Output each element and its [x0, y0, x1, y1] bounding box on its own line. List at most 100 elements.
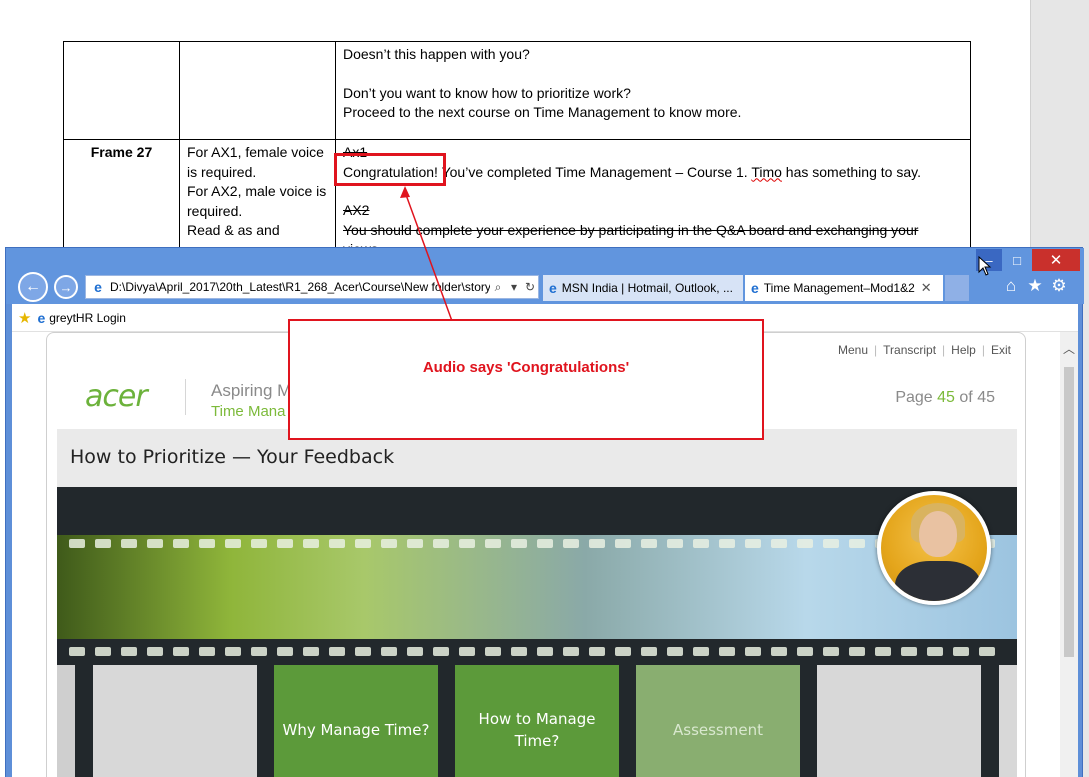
new-tab-button[interactable] — [945, 275, 969, 301]
film-perforation — [69, 539, 85, 548]
chevron-up-icon[interactable]: ︿ — [1063, 340, 1075, 357]
forward-button[interactable]: → — [54, 275, 78, 299]
film-perforation — [329, 539, 345, 548]
ax2-label: AX2 — [343, 202, 370, 218]
favorites-star-icon[interactable]: ★ — [1025, 276, 1045, 296]
slide-title: How to Prioritize — Your Feedback — [70, 446, 395, 468]
ie-page-icon: e — [751, 280, 759, 296]
film-perforation — [797, 647, 813, 656]
tab-time-management[interactable]: e Time Management–Mod1&2 ✕ — [745, 275, 943, 301]
film-perforation — [459, 539, 475, 548]
table-row: Frame 27 For AX1, female voice is requir… — [63, 139, 971, 264]
film-perforation — [303, 539, 319, 548]
film-perforation — [901, 647, 917, 656]
tab-msn[interactable]: e MSN India | Hotmail, Outlook, ... — [543, 275, 743, 301]
film-perforation — [719, 539, 735, 548]
help-link[interactable]: Help — [951, 343, 976, 357]
film-perforation — [381, 647, 397, 656]
film-perforation — [511, 647, 527, 656]
transcript-link[interactable]: Transcript — [883, 343, 936, 357]
search-icon[interactable]: ⌕ — [490, 280, 506, 295]
film-perforation — [667, 539, 683, 548]
film-perforation — [589, 539, 605, 548]
film-perforation — [641, 539, 657, 548]
film-perforation — [563, 647, 579, 656]
menu-tile-how-to-manage-time[interactable]: How to Manage Time? — [455, 665, 619, 777]
scroll-thumb[interactable] — [1064, 367, 1074, 657]
callout-text: Audio says 'Congratulations' — [422, 359, 630, 376]
film-perforation — [433, 539, 449, 548]
back-button[interactable]: ← — [18, 272, 48, 302]
doc-line: Doesn’t this happen with you? — [343, 46, 530, 62]
close-button[interactable]: ✕ — [1032, 249, 1080, 271]
voice-instructions: For AX1, female voice is required. For A… — [179, 139, 336, 264]
chevron-down-icon[interactable]: ▾ — [506, 280, 522, 294]
close-tab-icon[interactable]: ✕ — [921, 280, 932, 296]
refresh-icon[interactable]: ↻ — [522, 280, 538, 294]
film-perforation — [303, 647, 319, 656]
film-perforation — [199, 539, 215, 548]
film-perforation — [797, 539, 813, 548]
film-perforation — [277, 539, 293, 548]
address-url[interactable]: D:\Divya\April_2017\20th_Latest\R1_268_A… — [110, 280, 490, 294]
arrow-left-icon: ← — [25, 278, 41, 295]
film-perforation — [745, 539, 761, 548]
film-perforation — [173, 647, 189, 656]
film-perforation — [277, 647, 293, 656]
menu-tile[interactable] — [817, 665, 981, 777]
slide-body: Why Manage Time? How to Manage Time? Ass… — [57, 487, 1017, 777]
doc-line: Don’t you want to know how to prioritize… — [343, 84, 631, 101]
film-perforation — [771, 539, 787, 548]
film-perforation — [927, 647, 943, 656]
annotation-callout: Audio says 'Congratulations' — [288, 319, 764, 440]
film-perforation — [719, 647, 735, 656]
film-perforations — [57, 539, 1017, 549]
film-perforation — [615, 647, 631, 656]
film-perforation — [225, 539, 241, 548]
maximize-button[interactable]: □ — [1004, 249, 1030, 271]
film-perforation — [147, 539, 163, 548]
film-perforation — [329, 647, 345, 656]
film-perforation — [979, 647, 995, 656]
favorite-link[interactable]: greytHR Login — [49, 311, 126, 325]
home-icon[interactable]: ⌂ — [1001, 276, 1021, 296]
film-perforation — [511, 539, 527, 548]
film-perforation — [693, 647, 709, 656]
page-scrollbar[interactable]: ︿ — [1060, 332, 1078, 777]
arrow-right-icon: → — [59, 279, 73, 295]
menu-tile-why-manage-time[interactable]: Why Manage Time? — [274, 665, 438, 777]
film-perforation — [485, 539, 501, 548]
ie-page-icon: e — [94, 279, 102, 295]
ie-page-icon: e — [37, 309, 46, 326]
menu-tile[interactable] — [93, 665, 257, 777]
film-perforation — [667, 647, 683, 656]
page-indicator: Page 45 of 45 — [895, 389, 995, 406]
course-title: Aspiring M — [211, 381, 292, 400]
film-perforation — [589, 647, 605, 656]
doc-line: Proceed to the next course on Time Manag… — [343, 104, 742, 120]
menu-tile-assessment[interactable]: Assessment — [636, 665, 800, 777]
browser-titlebar: – □ ✕ ← → e D:\Divya\April_2017\20th_Lat… — [6, 248, 1084, 304]
table-row: Doesn’t this happen with you? Don’t you … — [63, 41, 971, 140]
gear-icon[interactable]: ⚙ — [1049, 276, 1069, 296]
film-perforation — [823, 539, 839, 548]
film-perforation — [95, 647, 111, 656]
film-perforation — [355, 539, 371, 548]
film-perforation — [251, 539, 267, 548]
menu-link[interactable]: Menu — [838, 343, 868, 357]
menu-tile-partial — [999, 665, 1017, 777]
film-perforation — [225, 647, 241, 656]
film-perforation — [771, 647, 787, 656]
film-perforation — [173, 539, 189, 548]
address-bar[interactable]: e D:\Divya\April_2017\20th_Latest\R1_268… — [85, 275, 539, 299]
film-perforation — [459, 647, 475, 656]
film-perforation — [251, 647, 267, 656]
film-perforation — [147, 647, 163, 656]
script-table: Doesn’t this happen with you? Don’t you … — [63, 41, 971, 264]
film-perforation — [875, 647, 891, 656]
film-perforation — [615, 539, 631, 548]
add-favorite-star-icon[interactable]: ★ — [18, 309, 31, 327]
film-perforation — [641, 647, 657, 656]
exit-link[interactable]: Exit — [991, 343, 1011, 357]
filmstrip-banner — [57, 535, 1017, 639]
